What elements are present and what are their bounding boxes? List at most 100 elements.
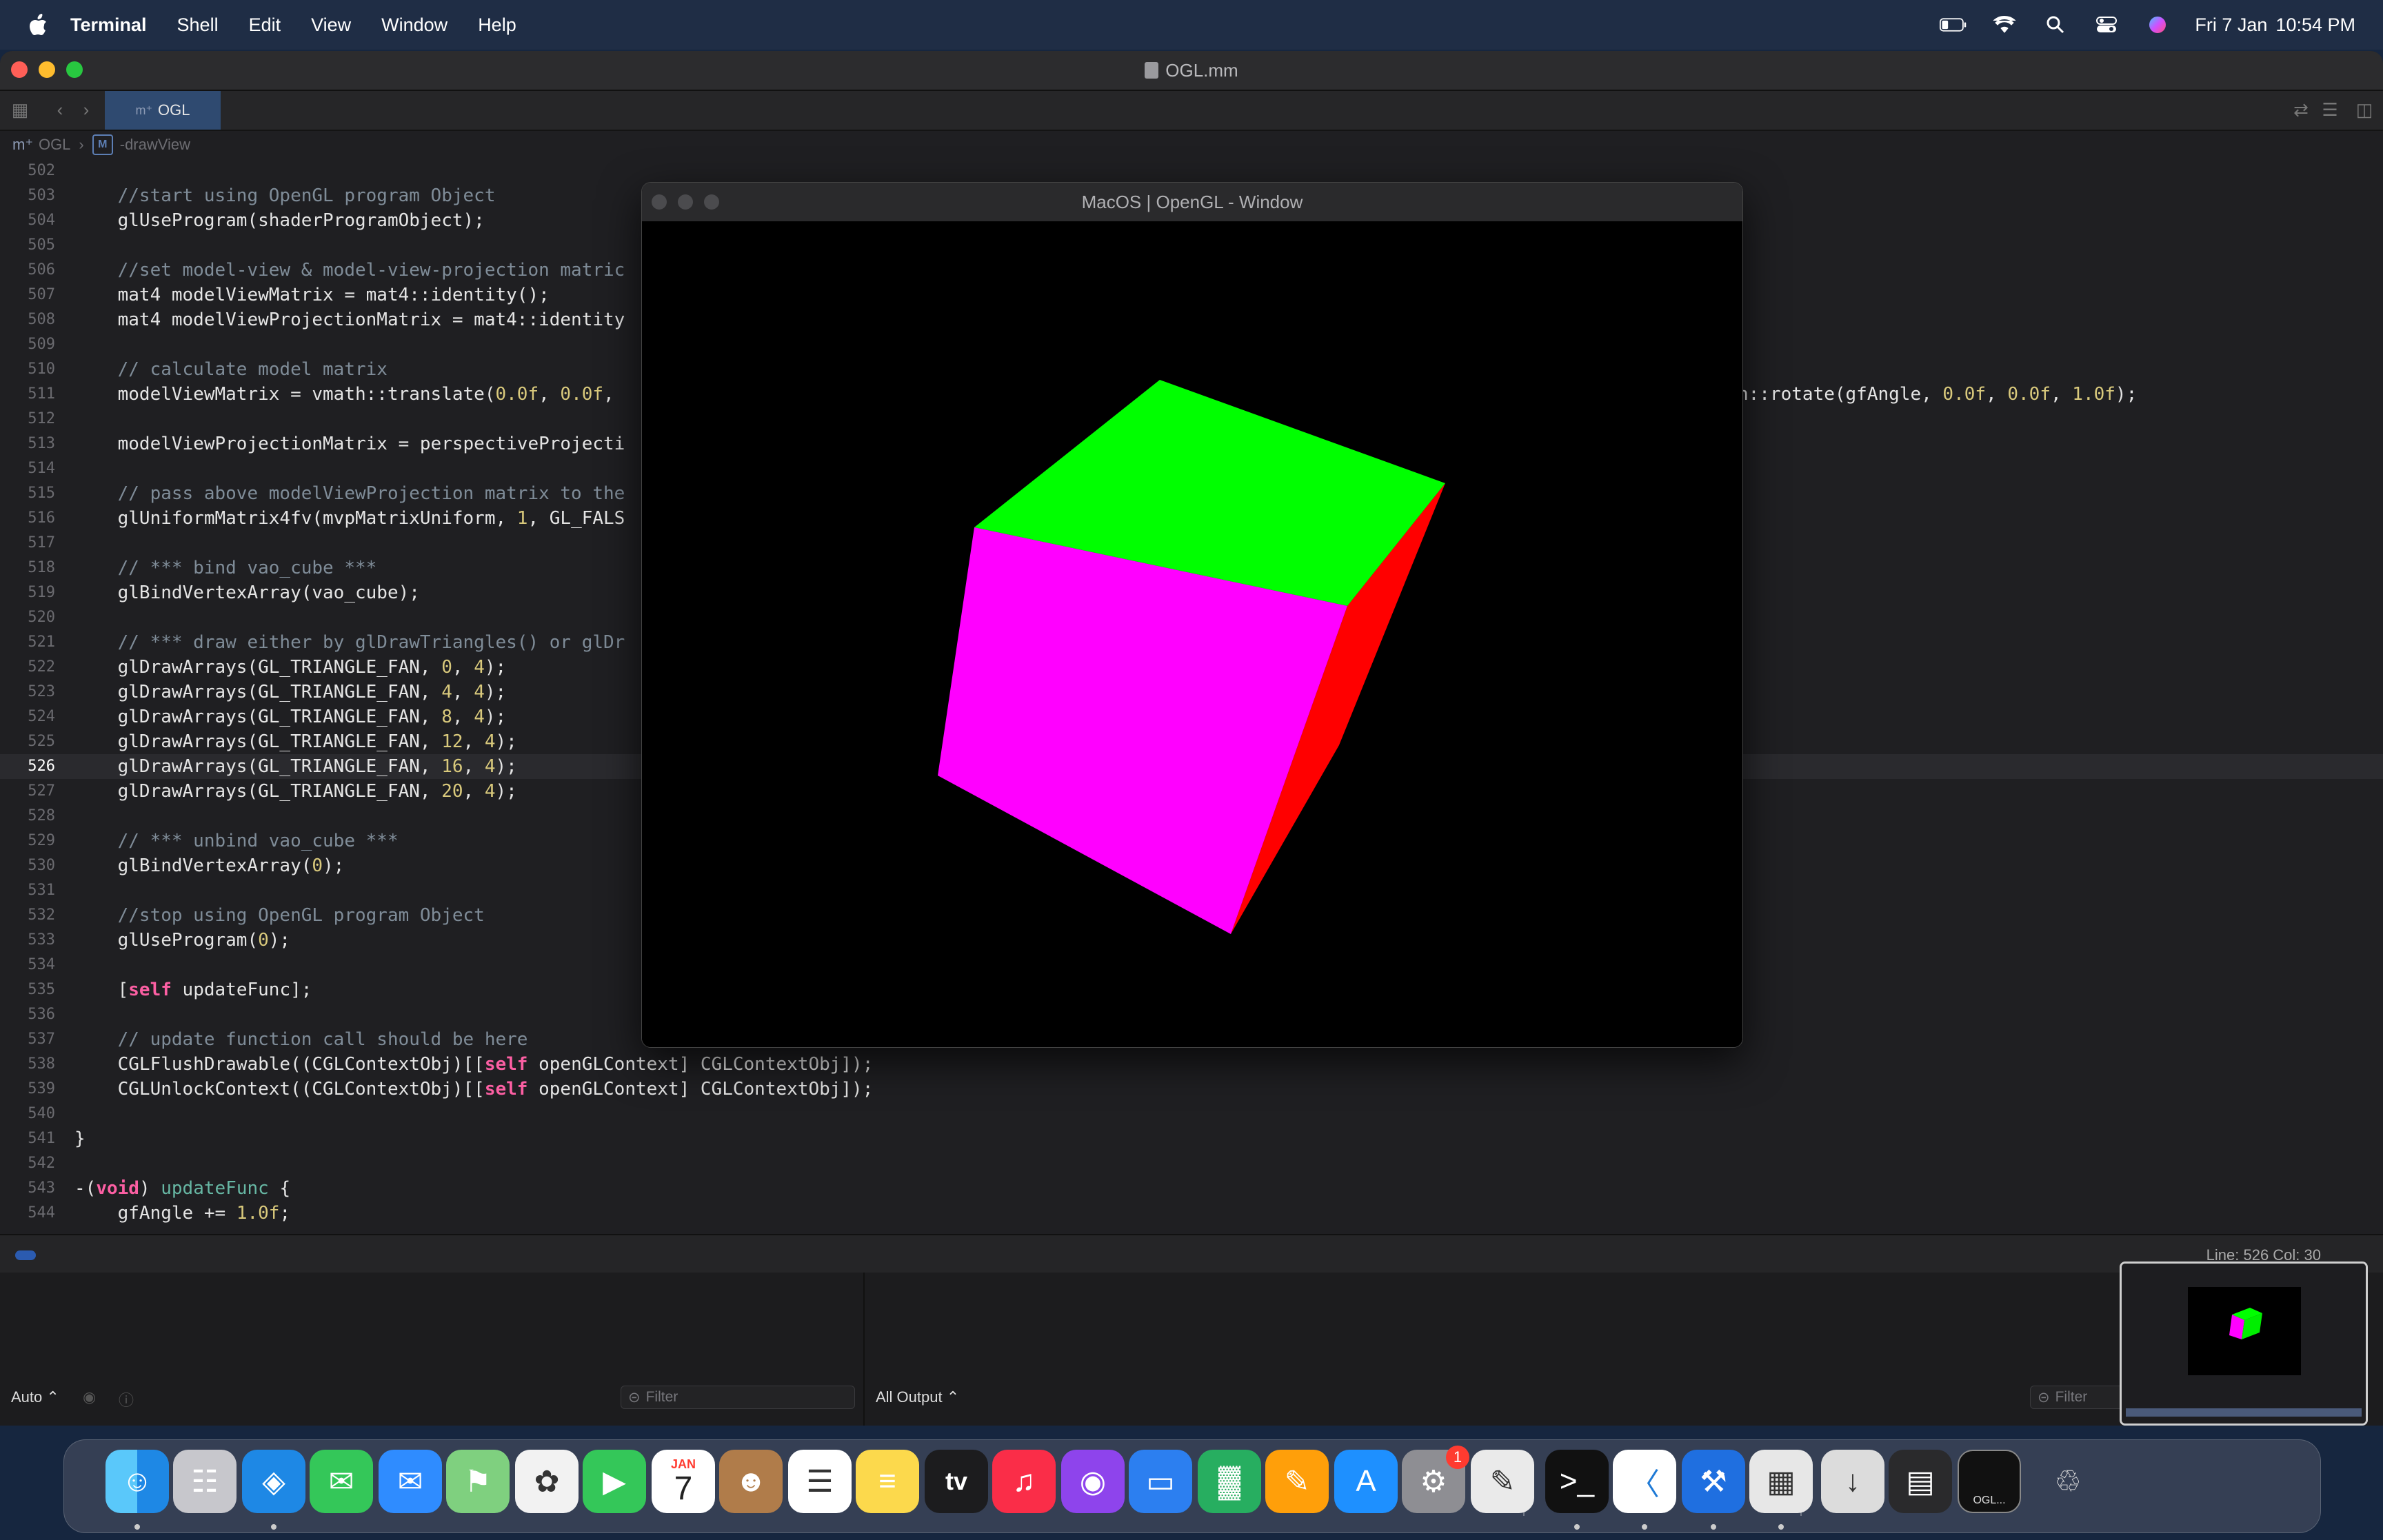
wifi-icon[interactable]	[1991, 14, 2018, 35]
grid-icon[interactable]: ▦	[10, 99, 30, 120]
info-icon[interactable]: ⓘ	[119, 1388, 134, 1410]
forward-chevron-icon[interactable]: ›	[76, 99, 97, 120]
related-items-icon[interactable]: ⇄	[2291, 99, 2311, 120]
safari-icon[interactable]: ◈	[242, 1450, 305, 1513]
apple-icon[interactable]	[28, 13, 48, 37]
xcode-icon[interactable]: ⚒	[1682, 1450, 1745, 1513]
all-output-popup[interactable]: All Output ⌃	[876, 1388, 959, 1406]
filter-icon: ⊝	[628, 1389, 641, 1406]
close-window-button[interactable]	[11, 61, 28, 78]
menu-bar: Terminal Shell Edit View Window Help Fri…	[0, 0, 2383, 50]
gl-close-button[interactable]	[652, 194, 667, 210]
messages-icon[interactable]: ✉	[310, 1450, 373, 1513]
back-chevron-icon[interactable]: ‹	[50, 99, 70, 120]
menu-shell[interactable]: Shell	[177, 14, 219, 36]
code-text: [self updateFunc];	[74, 980, 312, 1000]
code-text: glUniformMatrix4fv(mvpMatrixUniform, 1, …	[74, 508, 625, 529]
code-text: glBindVertexArray(0);	[74, 855, 345, 876]
pages-icon[interactable]: ✎	[1265, 1450, 1329, 1513]
code-line[interactable]: 502	[0, 159, 2383, 183]
code-line[interactable]: 544 gfAngle += 1.0f;	[0, 1201, 2383, 1226]
code-text: modelViewProjectionMatrix = perspectiveP…	[74, 434, 625, 454]
line-number: 517	[28, 534, 55, 551]
gl-minimize-button[interactable]	[678, 194, 693, 210]
notes-icon[interactable]: ≡	[856, 1450, 919, 1513]
filter-icon: ⊝	[2038, 1389, 2050, 1406]
minimized-window-icon[interactable]: ▤	[1889, 1450, 1952, 1513]
eye-icon[interactable]: ◉	[83, 1388, 96, 1406]
control-center-icon[interactable]	[2093, 14, 2120, 35]
trash-icon[interactable]: ♲	[2036, 1450, 2100, 1513]
code-line[interactable]: 542	[0, 1151, 2383, 1176]
numbers-icon[interactable]: ▓	[1198, 1450, 1261, 1513]
tv-icon[interactable]: tv	[925, 1450, 988, 1513]
running-indicator	[134, 1524, 140, 1530]
zoom-window-button[interactable]	[66, 61, 83, 78]
mail-icon[interactable]: ✉	[379, 1450, 442, 1513]
gl-zoom-button[interactable]	[704, 194, 719, 210]
line-number: 539	[28, 1080, 55, 1097]
code-line[interactable]: 540	[0, 1102, 2383, 1126]
reminders-icon[interactable]: ☰	[788, 1450, 852, 1513]
tab-ogl[interactable]: m⁺ OGL	[105, 91, 221, 130]
preview-icon[interactable]: ▦	[1749, 1450, 1813, 1513]
code-text: glDrawArrays(GL_TRIANGLE_FAN, 4, 4);	[74, 682, 507, 702]
line-number: 516	[28, 509, 55, 527]
code-line[interactable]: 543 -(void) updateFunc {	[0, 1176, 2383, 1201]
code-text: glDrawArrays(GL_TRIANGLE_FAN, 12, 4);	[74, 731, 517, 752]
minimize-window-button[interactable]	[39, 61, 55, 78]
launchpad-icon[interactable]: ☷	[173, 1450, 237, 1513]
music-icon[interactable]: ♫	[992, 1450, 1056, 1513]
menu-help[interactable]: Help	[478, 14, 516, 36]
code-line[interactable]: 541}	[0, 1126, 2383, 1151]
line-number: 507	[28, 286, 55, 303]
code-text: //stop using OpenGL program Object	[74, 905, 485, 926]
line-number: 543	[28, 1179, 55, 1197]
contacts-icon[interactable]: ☻	[719, 1450, 783, 1513]
calendar-icon[interactable]: JAN 7	[652, 1450, 715, 1513]
code-text: }	[74, 1128, 86, 1149]
line-number: 502	[28, 162, 55, 179]
maps-icon[interactable]: ⚑	[446, 1450, 510, 1513]
running-indicator	[1574, 1524, 1580, 1530]
menu-edit[interactable]: Edit	[249, 14, 281, 36]
app-menu-terminal[interactable]: Terminal	[70, 14, 147, 36]
code-text: // update function call should be here	[74, 1029, 528, 1050]
breadcrumb-file[interactable]: OGL	[39, 136, 70, 154]
code-line[interactable]: 538 CGLFlushDrawable((CGLContextObj)[[se…	[0, 1052, 2383, 1077]
objc-file-icon: m⁺	[12, 136, 33, 153]
debug-area-toggle-button[interactable]	[15, 1250, 36, 1260]
code-text: glUseProgram(shaderProgramObject);	[74, 210, 485, 231]
code-line[interactable]: 539 CGLUnlockContext((CGLContextObj)[[se…	[0, 1077, 2383, 1102]
siri-icon[interactable]	[2144, 14, 2171, 35]
clock-date[interactable]: Fri 7 Jan	[2195, 14, 2267, 36]
podcasts-icon[interactable]: ◉	[1061, 1450, 1125, 1513]
terminal-icon[interactable]: >_	[1545, 1450, 1609, 1513]
script-editor-icon[interactable]: ✎	[1471, 1450, 1534, 1513]
window-preview-thumbnail[interactable]	[2120, 1262, 2368, 1426]
system-preferences-icon[interactable]: ⚙ 1	[1402, 1446, 1469, 1513]
vscode-icon[interactable]: 〈	[1613, 1450, 1676, 1513]
ogl-window-icon[interactable]: OGL...	[1958, 1450, 2021, 1513]
spotlight-search-icon[interactable]	[2042, 14, 2069, 35]
opengl-window[interactable]: MacOS | OpenGL - Window	[641, 182, 1743, 1048]
clock-time[interactable]: 10:54 PM	[2275, 14, 2355, 36]
menu-view[interactable]: View	[311, 14, 351, 36]
menu-window[interactable]: Window	[381, 14, 448, 36]
downloads-icon[interactable]: ↓	[1821, 1450, 1884, 1513]
battery-icon[interactable]	[1940, 14, 1967, 35]
keynote-icon[interactable]: ▭	[1129, 1450, 1192, 1513]
line-number: 521	[28, 634, 55, 651]
editor-options-icon[interactable]: ☰	[2320, 99, 2340, 120]
split-editor-icon[interactable]: ◫	[2354, 99, 2375, 120]
ogl-thumb-label: OGL...	[1973, 1495, 2006, 1506]
photos-icon[interactable]: ✿	[515, 1450, 579, 1513]
facetime-icon[interactable]: ▶	[583, 1450, 646, 1513]
auto-popup[interactable]: Auto ⌃	[11, 1388, 59, 1406]
line-number: 503	[28, 187, 55, 204]
variables-filter-field[interactable]: ⊝ Filter	[621, 1386, 855, 1409]
finder-icon[interactable]: ☺	[105, 1450, 169, 1513]
app-store-icon[interactable]: A	[1334, 1450, 1398, 1513]
breadcrumb-method[interactable]: -drawView	[120, 136, 190, 154]
window-titlebar: OGL.mm	[0, 51, 2383, 91]
